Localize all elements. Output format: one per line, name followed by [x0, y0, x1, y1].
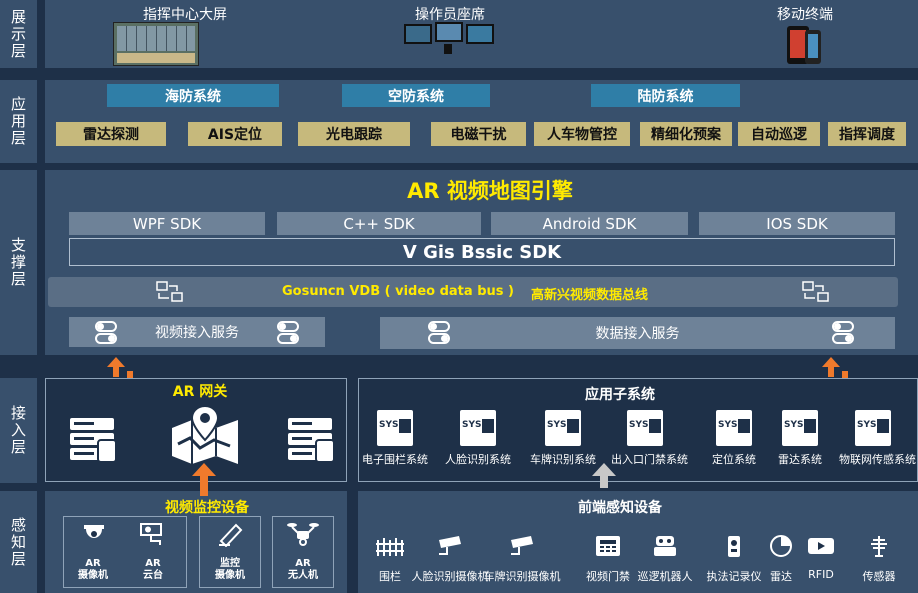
func-people-vehicle-control: 人车物管控 [534, 122, 630, 146]
layer-label-application: 应用层 [0, 80, 37, 163]
mobile-terminal-image [787, 26, 821, 66]
toggle-icon [428, 321, 450, 332]
subsystem-label: 定位系统 [712, 453, 756, 466]
operator-seat-image [404, 22, 494, 54]
func-ais-positioning: AIS定位 [188, 122, 282, 146]
command-center-screen-image [113, 22, 199, 66]
command-center-label: 指挥中心大屏 [143, 7, 227, 23]
subsystem-label: 车牌识别系统 [530, 453, 596, 466]
ar-camera-label: AR 摄像机 [78, 558, 108, 581]
sdk-wpf: WPF SDK [69, 212, 265, 235]
sys-icon: SYS [377, 410, 413, 446]
sys-icon: SYS [716, 410, 752, 446]
toggle-icon [95, 333, 117, 344]
system-tab-coast-defense: 海防系统 [107, 84, 279, 107]
front-device-label: 传感器 [862, 570, 896, 583]
data-access-service-label: 数据接入服务 [595, 326, 680, 342]
func-detailed-plan: 精细化预案 [640, 122, 732, 146]
func-command-dispatch: 指挥调度 [828, 122, 906, 146]
radar-icon [766, 534, 796, 558]
sys-icon: SYS [627, 410, 663, 446]
face-camera-icon [435, 534, 465, 558]
dome-camera-icon [80, 521, 108, 547]
ptz-camera-icon [138, 521, 166, 547]
app-subsystem-title: 应用子系统 [585, 387, 655, 403]
bullet-camera-icon [216, 521, 244, 548]
ar-ptz-label: AR 云台 [143, 558, 163, 581]
toggle-icon [277, 333, 299, 344]
ar-gateway-title: AR 网关 [172, 384, 228, 400]
bus-name-cn: 高新兴视频数据总线 [531, 288, 649, 303]
sdk-cpp: C++ SDK [277, 212, 481, 235]
func-em-jamming: 电磁干扰 [431, 122, 526, 146]
up-arrow-grey [591, 462, 617, 488]
sensor-icon [864, 534, 894, 558]
layer-label-perception: 感知层 [0, 491, 37, 593]
subsystem-label: 出入口门禁系统 [611, 453, 688, 466]
toggle-icon [832, 321, 854, 332]
subsystem-label: 物联网传感系统 [839, 453, 916, 466]
toggle-icon [428, 333, 450, 344]
server-icon [286, 414, 336, 464]
subsystem-label: 人脸识别系统 [445, 453, 511, 466]
layer-label-support: 支撑层 [0, 170, 37, 355]
sys-icon: SYS [545, 410, 581, 446]
video-device-title: 视频监控设备 [165, 500, 249, 516]
fence-icon [375, 534, 405, 558]
robot-icon [650, 534, 680, 558]
bus-name: Gosuncn VDB ( video data bus ) [282, 284, 514, 299]
system-tab-land-defense: 陆防系统 [591, 84, 740, 107]
operator-seat-label: 操作员座席 [415, 7, 485, 23]
front-device-label: 车牌识别摄像机 [483, 570, 561, 583]
bus-transfer-icon-right [802, 281, 830, 303]
mobile-terminal-label: 移动终端 [777, 7, 833, 23]
rfid-icon [806, 534, 836, 558]
up-arrow-orange [191, 462, 217, 496]
engine-title: AR 视频地图引擎 [407, 179, 573, 203]
server-icon [68, 414, 118, 464]
toggle-icon [832, 333, 854, 344]
func-auto-patrol: 自动巡逻 [738, 122, 820, 146]
sys-icon: SYS [460, 410, 496, 446]
gis-sdk-bar: V Gis Bssic SDK [69, 238, 895, 266]
func-optical-tracking: 光电跟踪 [298, 122, 410, 146]
video-access-service-label: 视频接入服务 [155, 325, 239, 341]
door-access-icon [593, 534, 623, 558]
toggle-icon [95, 321, 117, 332]
sys-icon: SYS [782, 410, 818, 446]
subsystem-label: 雷达系统 [778, 453, 822, 466]
toggle-icon [277, 321, 299, 332]
bus-transfer-icon-left [156, 281, 184, 303]
recorder-icon [719, 534, 749, 558]
sdk-ios: IOS SDK [699, 212, 895, 235]
subsystem-label: 电子围栏系统 [362, 453, 428, 466]
gis-sdk-label: V Gis Bssic SDK [402, 241, 562, 263]
layer-label-access: 接入层 [0, 378, 37, 483]
system-tab-air-defense: 空防系统 [342, 84, 490, 107]
front-device-title: 前端感知设备 [578, 500, 662, 516]
plate-camera-icon [507, 534, 537, 558]
sdk-android: Android SDK [491, 212, 688, 235]
monitor-camera-label: 监控 摄像机 [215, 558, 245, 581]
drone-icon [286, 521, 320, 547]
data-access-service: 数据接入服务 [380, 317, 895, 349]
layer-label-display: 展示层 [0, 0, 37, 68]
map-location-icon [170, 404, 240, 466]
ar-drone-label: AR 无人机 [288, 558, 318, 581]
sys-icon: SYS [855, 410, 891, 446]
func-radar-detection: 雷达探测 [56, 122, 166, 146]
